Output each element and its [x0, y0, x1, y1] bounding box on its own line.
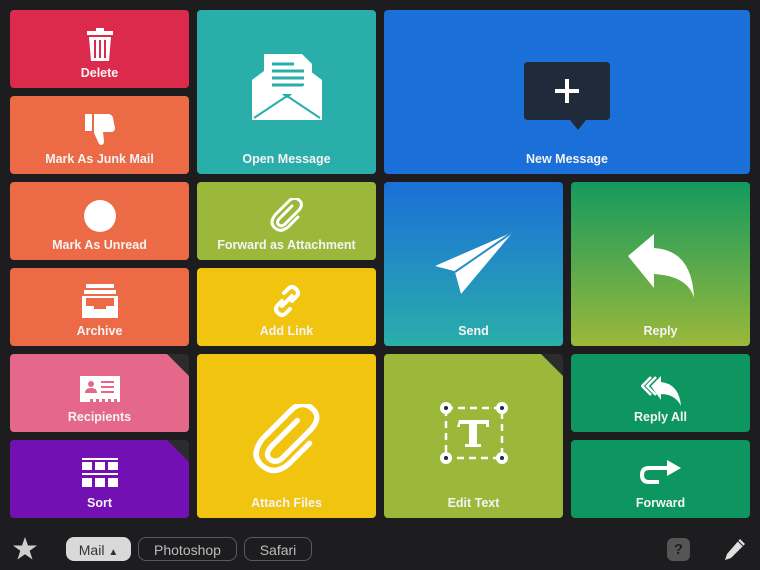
- tile-label: Forward: [635, 496, 686, 510]
- tile-label: Mark As Unread: [52, 238, 147, 252]
- tile-label: Recipients: [67, 410, 132, 424]
- sort-tile[interactable]: Sort: [10, 440, 189, 518]
- tile-label: Reply: [643, 324, 678, 338]
- mark-as-junk-tile[interactable]: Mark As Junk Mail: [10, 96, 189, 174]
- reply-all-icon: [640, 376, 681, 406]
- trash-icon: [86, 28, 113, 61]
- tile-label: Forward as Attachment: [217, 238, 356, 252]
- paperclip-icon: [252, 404, 320, 474]
- edit-text-tile[interactable]: Edit Text: [384, 354, 563, 518]
- tile-label: Sort: [87, 496, 112, 510]
- tab-safari[interactable]: Safari: [244, 537, 312, 561]
- text-box-icon: [438, 402, 510, 464]
- tile-label: Attach Files: [251, 496, 322, 510]
- delete-tile[interactable]: Delete: [10, 10, 189, 88]
- add-link-tile[interactable]: Add Link: [197, 268, 376, 346]
- tile-label: Add Link: [259, 324, 314, 338]
- contact-card-icon: [80, 376, 120, 402]
- open-message-tile[interactable]: Open Message: [197, 10, 376, 174]
- attach-files-tile[interactable]: Attach Files: [197, 354, 376, 518]
- circle-icon: [83, 200, 116, 232]
- archive-tray-icon: [81, 284, 118, 318]
- tile-label: Send: [458, 324, 489, 338]
- tile-label: Edit Text: [447, 496, 500, 510]
- mark-as-unread-tile[interactable]: Mark As Unread: [10, 182, 189, 260]
- link-icon: [273, 285, 300, 317]
- forward-tile[interactable]: Forward: [571, 440, 750, 518]
- plus-bubble-icon: [524, 62, 610, 130]
- new-message-tile[interactable]: New Message: [384, 10, 750, 174]
- forward-arrow-icon: [639, 460, 681, 484]
- help-button[interactable]: ?: [667, 538, 690, 561]
- favorites-star-icon[interactable]: [13, 537, 37, 561]
- tab-mail[interactable]: Mail ▲: [66, 537, 131, 561]
- reply-tile[interactable]: Reply: [571, 182, 750, 346]
- archive-tile[interactable]: Archive: [10, 268, 189, 346]
- grid-icon: [82, 458, 118, 490]
- help-icon: ?: [673, 541, 684, 558]
- tab-label: Safari: [259, 542, 297, 558]
- forward-as-attachment-tile[interactable]: Forward as Attachment: [197, 182, 376, 260]
- recipients-tile[interactable]: Recipients: [10, 354, 189, 432]
- tab-photoshop[interactable]: Photoshop: [138, 537, 237, 561]
- open-envelope-icon: [251, 54, 322, 120]
- thumbs-down-icon: [84, 114, 115, 145]
- tab-label: Mail: [78, 542, 105, 558]
- tile-label: Open Message: [242, 152, 331, 166]
- tile-label: Mark As Junk Mail: [45, 152, 154, 166]
- edit-pencil-icon[interactable]: [724, 538, 746, 560]
- tile-label: Archive: [76, 324, 123, 338]
- reply-all-tile[interactable]: Reply All: [571, 354, 750, 432]
- paperclip-icon: [270, 198, 303, 232]
- paper-plane-icon: [434, 232, 513, 294]
- tile-label: New Message: [526, 152, 608, 166]
- reply-arrow-icon: [627, 234, 694, 298]
- tile-label: Delete: [80, 66, 119, 80]
- send-tile[interactable]: Send: [384, 182, 563, 346]
- tile-label: Reply All: [633, 410, 688, 424]
- caret-up-icon: ▲: [108, 547, 119, 558]
- tab-label: Photoshop: [154, 542, 221, 558]
